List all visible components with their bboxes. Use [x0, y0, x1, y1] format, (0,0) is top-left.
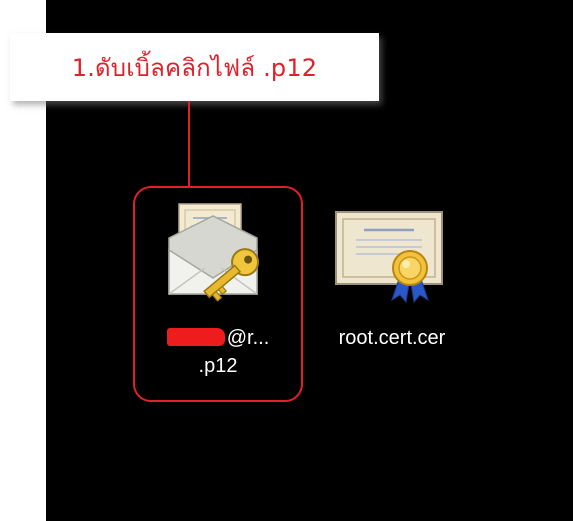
instruction-text: 1.ดับเบิ้ลคลิกไฟล์ .p12 — [71, 53, 318, 82]
instruction-callout: 1.ดับเบิ้ลคลิกไฟล์ .p12 — [10, 33, 379, 101]
callout-connector-line — [188, 101, 190, 186]
annotation-highlight-box — [133, 186, 303, 402]
screenshot-canvas: 1.ดับเบิ้ลคลิกไฟล์ .p12 @r... .p12 root.… — [0, 0, 573, 521]
cer-file-name: root.cert.cer — [338, 327, 446, 349]
cer-file-icon[interactable]: root.cert.cer — [312, 194, 472, 364]
certificate-seal-icon — [330, 206, 450, 306]
